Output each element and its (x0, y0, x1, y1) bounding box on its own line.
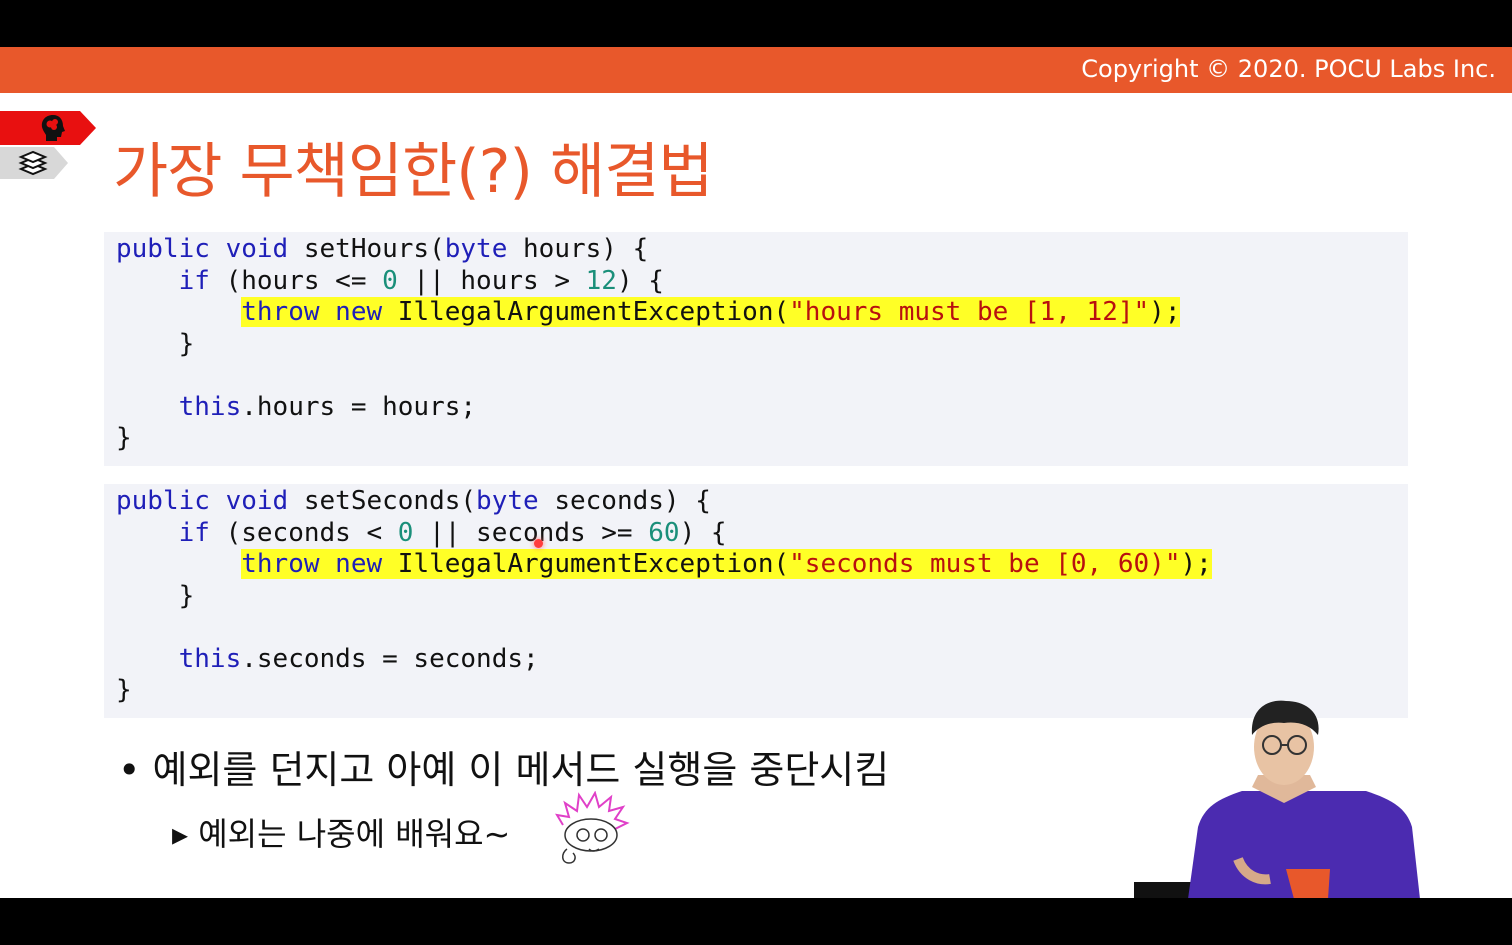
code-line-highlighted: throw new IllegalArgumentException("seco… (241, 549, 1212, 579)
header-band: Copyright © 2020. POCU Labs Inc. (0, 47, 1512, 93)
code-block-set-seconds: public void setSeconds(byte seconds) { i… (104, 484, 1408, 718)
code-line: if (seconds < 0 || seconds >= 60) { (178, 517, 727, 548)
code-line: public void setSeconds(byte seconds) { (116, 486, 711, 516)
code-block-set-hours: public void setHours(byte hours) { if (h… (104, 232, 1408, 466)
video-letterbox-bottom (0, 898, 1512, 945)
presenter-webcam (1134, 699, 1434, 898)
code-line: this.seconds = seconds; (178, 643, 539, 674)
code-line: } (116, 580, 195, 611)
code-line: if (hours <= 0 || hours > 12) { (178, 265, 664, 296)
bullet-sub: ▸ 예외는 나중에 배워요~ (172, 815, 511, 853)
laser-pointer-dot (534, 539, 543, 548)
copyright-text: Copyright © 2020. POCU Labs Inc. (1081, 55, 1496, 83)
slide: Copyright © 2020. POCU Labs Inc. 가장 무책임한… (0, 47, 1512, 898)
code-line: } (116, 423, 132, 453)
cartoon-character-icon (553, 790, 631, 871)
code-line: this.hours = hours; (178, 391, 477, 422)
slide-title: 가장 무책임한(?) 해결법 (113, 137, 714, 207)
code-line-highlighted: throw new IllegalArgumentException("hour… (241, 297, 1181, 327)
code-line: public void setHours(byte hours) { (116, 234, 649, 264)
video-letterbox-top (0, 0, 1512, 47)
bullet-main: • 예외를 던지고 아예 이 메서드 실행을 중단시킴 (118, 748, 890, 792)
brain-head-icon (38, 113, 68, 143)
code-line: } (116, 328, 195, 359)
books-stack-icon (18, 149, 48, 177)
